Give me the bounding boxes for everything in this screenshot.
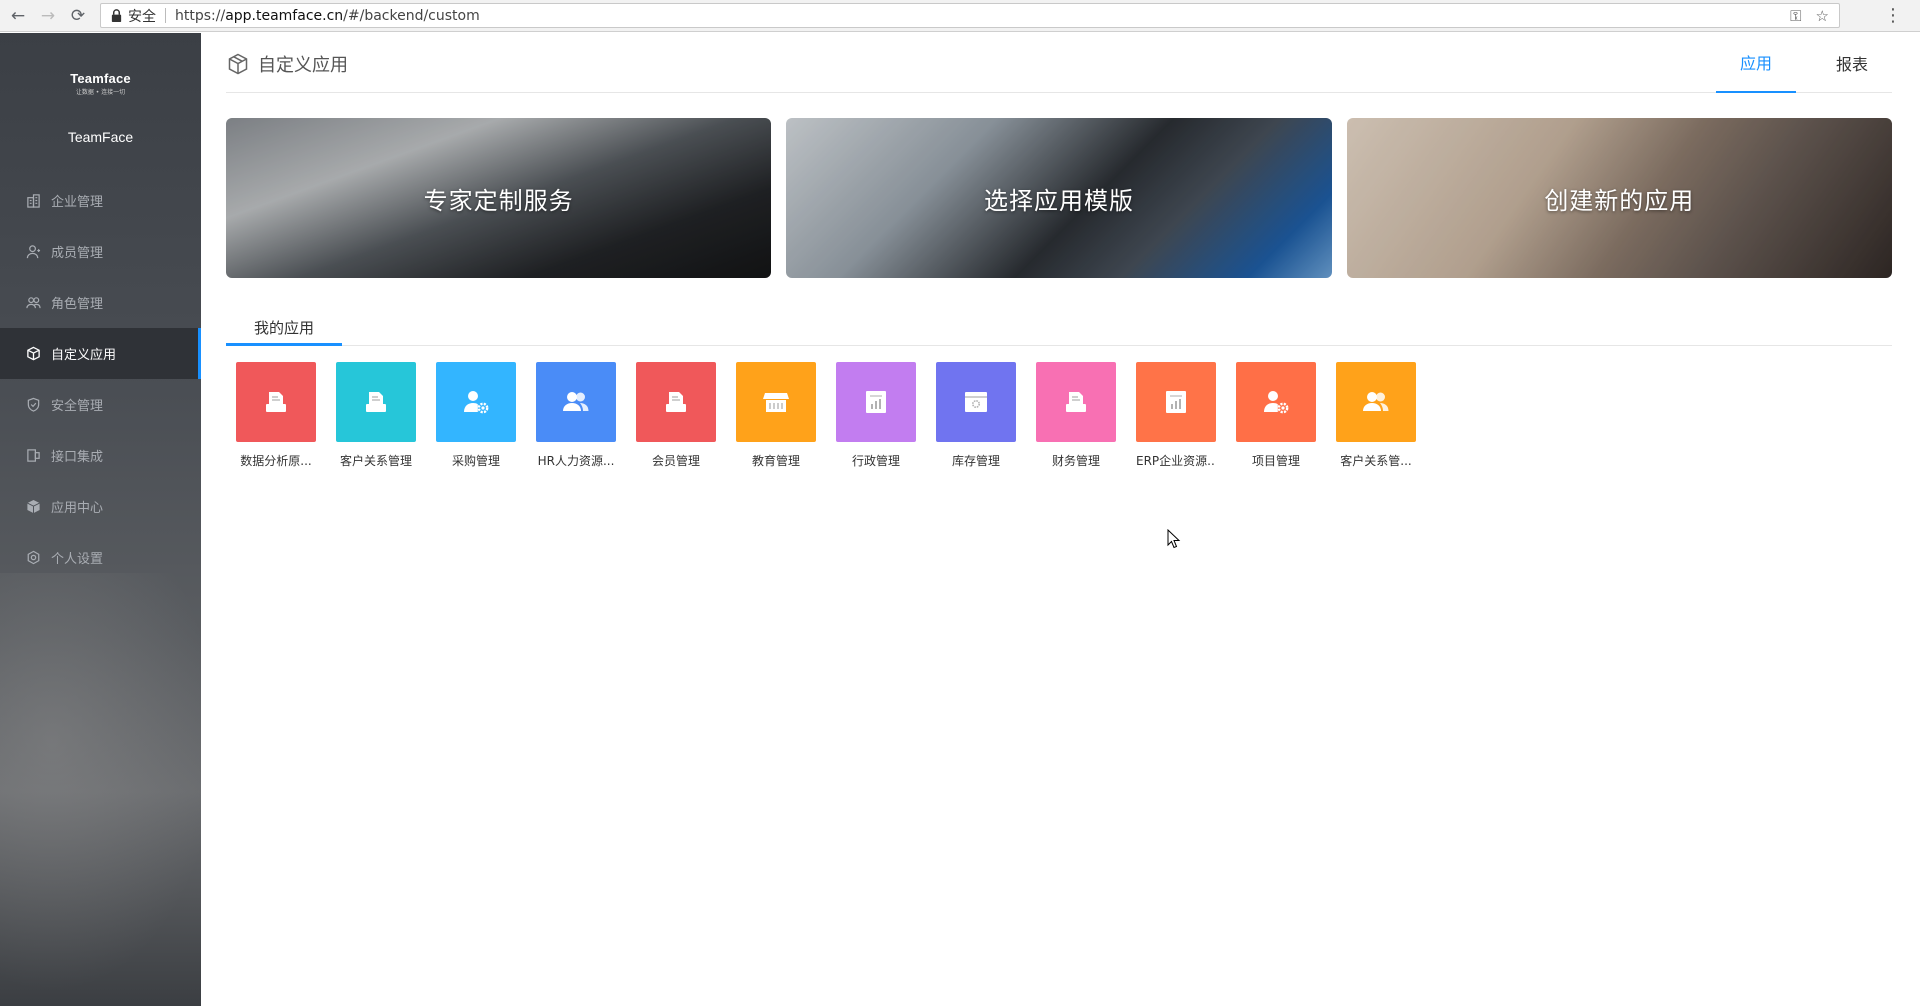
app-tile[interactable]: 项目管理: [1236, 362, 1316, 469]
app-tile[interactable]: 数据分析原...: [236, 362, 316, 469]
app-name: ERP企业资源...: [1136, 454, 1216, 468]
app-tile[interactable]: 教育管理: [736, 362, 816, 469]
sidebar-item-personal-settings[interactable]: 个人设置: [0, 532, 201, 583]
report-icon: [836, 362, 916, 442]
document-icon: [236, 362, 316, 442]
sidebar-item-label: 成员管理: [51, 246, 104, 261]
company-name: TeamFace: [67, 129, 134, 145]
app-tile[interactable]: 客户关系管理: [336, 362, 416, 469]
banner-label: 选择应用模版: [983, 186, 1134, 215]
app-name: 采购管理: [451, 454, 500, 468]
app-name: 客户关系管...: [1340, 454, 1412, 468]
sidebar-item-enterprise[interactable]: 企业管理: [0, 175, 201, 226]
section-tabs: 我的应用: [226, 314, 1892, 346]
app-center-icon: [27, 499, 40, 514]
app-tile[interactable]: 采购管理: [436, 362, 516, 469]
reload-icon[interactable]: ⟳: [66, 4, 90, 28]
forward-icon[interactable]: →: [36, 4, 60, 28]
create-app-banner[interactable]: 创建新的应用: [1346, 118, 1892, 278]
app-name: 行政管理: [851, 454, 900, 468]
page-header: 自定义应用 应用 报表: [226, 33, 1892, 93]
user-settings-icon: [1236, 362, 1316, 442]
sidebar: Teamface 让数据 • 连接一切 TeamFace 企业管理 成员管理 角…: [0, 33, 201, 1006]
shield-icon: [27, 397, 40, 412]
sidebar-item-roles[interactable]: 角色管理: [0, 277, 201, 328]
top-tabs: 应用 报表: [1700, 33, 1892, 93]
app-grid: 数据分析原... 客户关系管理 采购管理 HR人力资源... 会员管理 教育管理 行政管理 库…: [236, 362, 1416, 469]
cube-icon: [27, 346, 40, 361]
app-tile[interactable]: HR人力资源...: [536, 362, 616, 469]
choose-template-banner[interactable]: 选择应用模版: [786, 118, 1332, 278]
user-settings-icon: [436, 362, 516, 442]
sidebar-item-integration[interactable]: 接口集成: [0, 430, 201, 481]
tab-apps[interactable]: 应用: [1716, 33, 1796, 93]
sidebar-menu: 企业管理 成员管理 角色管理 自定义应用 安全管理 接口集成 应用中心 个人设置: [0, 175, 201, 583]
sidebar-item-members[interactable]: 成员管理: [0, 226, 201, 277]
back-icon[interactable]: ←: [6, 4, 30, 28]
users-icon: [536, 362, 616, 442]
plug-icon: [27, 449, 40, 462]
app-tile[interactable]: 会员管理: [636, 362, 716, 469]
app-name: 项目管理: [1251, 454, 1300, 468]
browser-menu-icon[interactable]: ⋮: [1884, 5, 1902, 26]
sidebar-item-label: 企业管理: [51, 195, 104, 210]
lock-icon: [111, 9, 122, 22]
app-name: HR人力资源...: [537, 454, 615, 468]
main-content: 自定义应用 应用 报表 专家定制服务 选择应用模版 创建新的应用 我的应用 数据…: [201, 33, 1920, 1006]
sidebar-item-app-center[interactable]: 应用中心: [0, 481, 201, 532]
package-icon: [936, 362, 1016, 442]
sidebar-item-custom-apps[interactable]: 自定义应用: [0, 328, 201, 379]
browser-toolbar: ← → ⟳ 安全 https://app.teamface.cn/#/backe…: [0, 0, 1920, 32]
cube-icon: [228, 53, 248, 75]
app-tile[interactable]: 财务管理: [1036, 362, 1116, 469]
report-icon: [1136, 362, 1216, 442]
app-name: 数据分析原...: [240, 454, 312, 468]
store-icon: [736, 362, 816, 442]
banner-label: 专家定制服务: [423, 186, 574, 215]
key-icon[interactable]: ⚿: [1790, 7, 1801, 25]
star-icon[interactable]: ☆: [1816, 7, 1829, 25]
sidebar-item-label: 个人设置: [51, 552, 104, 567]
tab-my-apps[interactable]: 我的应用: [226, 314, 342, 346]
document-icon: [636, 362, 716, 442]
banner-label: 创建新的应用: [1544, 186, 1695, 215]
app-name: 财务管理: [1051, 454, 1100, 468]
logo: Teamface 让数据 • 连接一切: [70, 71, 131, 96]
sidebar-item-label: 接口集成: [51, 450, 104, 465]
expert-service-banner[interactable]: 专家定制服务: [226, 118, 772, 278]
document-icon: [336, 362, 416, 442]
app-name: 会员管理: [651, 454, 700, 468]
building-icon: [27, 194, 40, 208]
sidebar-item-security[interactable]: 安全管理: [0, 379, 201, 430]
secure-label: 安全: [128, 8, 156, 25]
url-text: https://app.teamface.cn/#/backend/custom: [175, 7, 480, 24]
sidebar-item-label: 自定义应用: [51, 348, 117, 363]
sidebar-item-label: 应用中心: [51, 501, 104, 516]
app-tile[interactable]: 库存管理: [936, 362, 1016, 469]
app-name: 教育管理: [751, 454, 800, 468]
omnibox-divider: [165, 8, 166, 23]
app-tile[interactable]: ERP企业资源...: [1136, 362, 1216, 469]
member-icon: [26, 245, 41, 259]
document-icon: [1036, 362, 1116, 442]
role-icon: [26, 297, 41, 309]
app-name: 客户关系管理: [339, 454, 412, 468]
address-bar[interactable]: 安全 https://app.teamface.cn/#/backend/cus…: [100, 3, 1840, 28]
users-icon: [1336, 362, 1416, 442]
banner-row: 专家定制服务 选择应用模版 创建新的应用: [226, 118, 1892, 278]
settings-icon: [27, 550, 40, 565]
app-tile[interactable]: 客户关系管...: [1336, 362, 1416, 469]
app-name: 库存管理: [951, 454, 1000, 468]
sidebar-item-label: 角色管理: [51, 297, 104, 312]
app-tile[interactable]: 行政管理: [836, 362, 916, 469]
sidebar-item-label: 安全管理: [51, 399, 104, 414]
tab-reports[interactable]: 报表: [1812, 33, 1892, 93]
mouse-cursor-icon: [1167, 529, 1181, 549]
page-title: 自定义应用: [226, 51, 348, 77]
